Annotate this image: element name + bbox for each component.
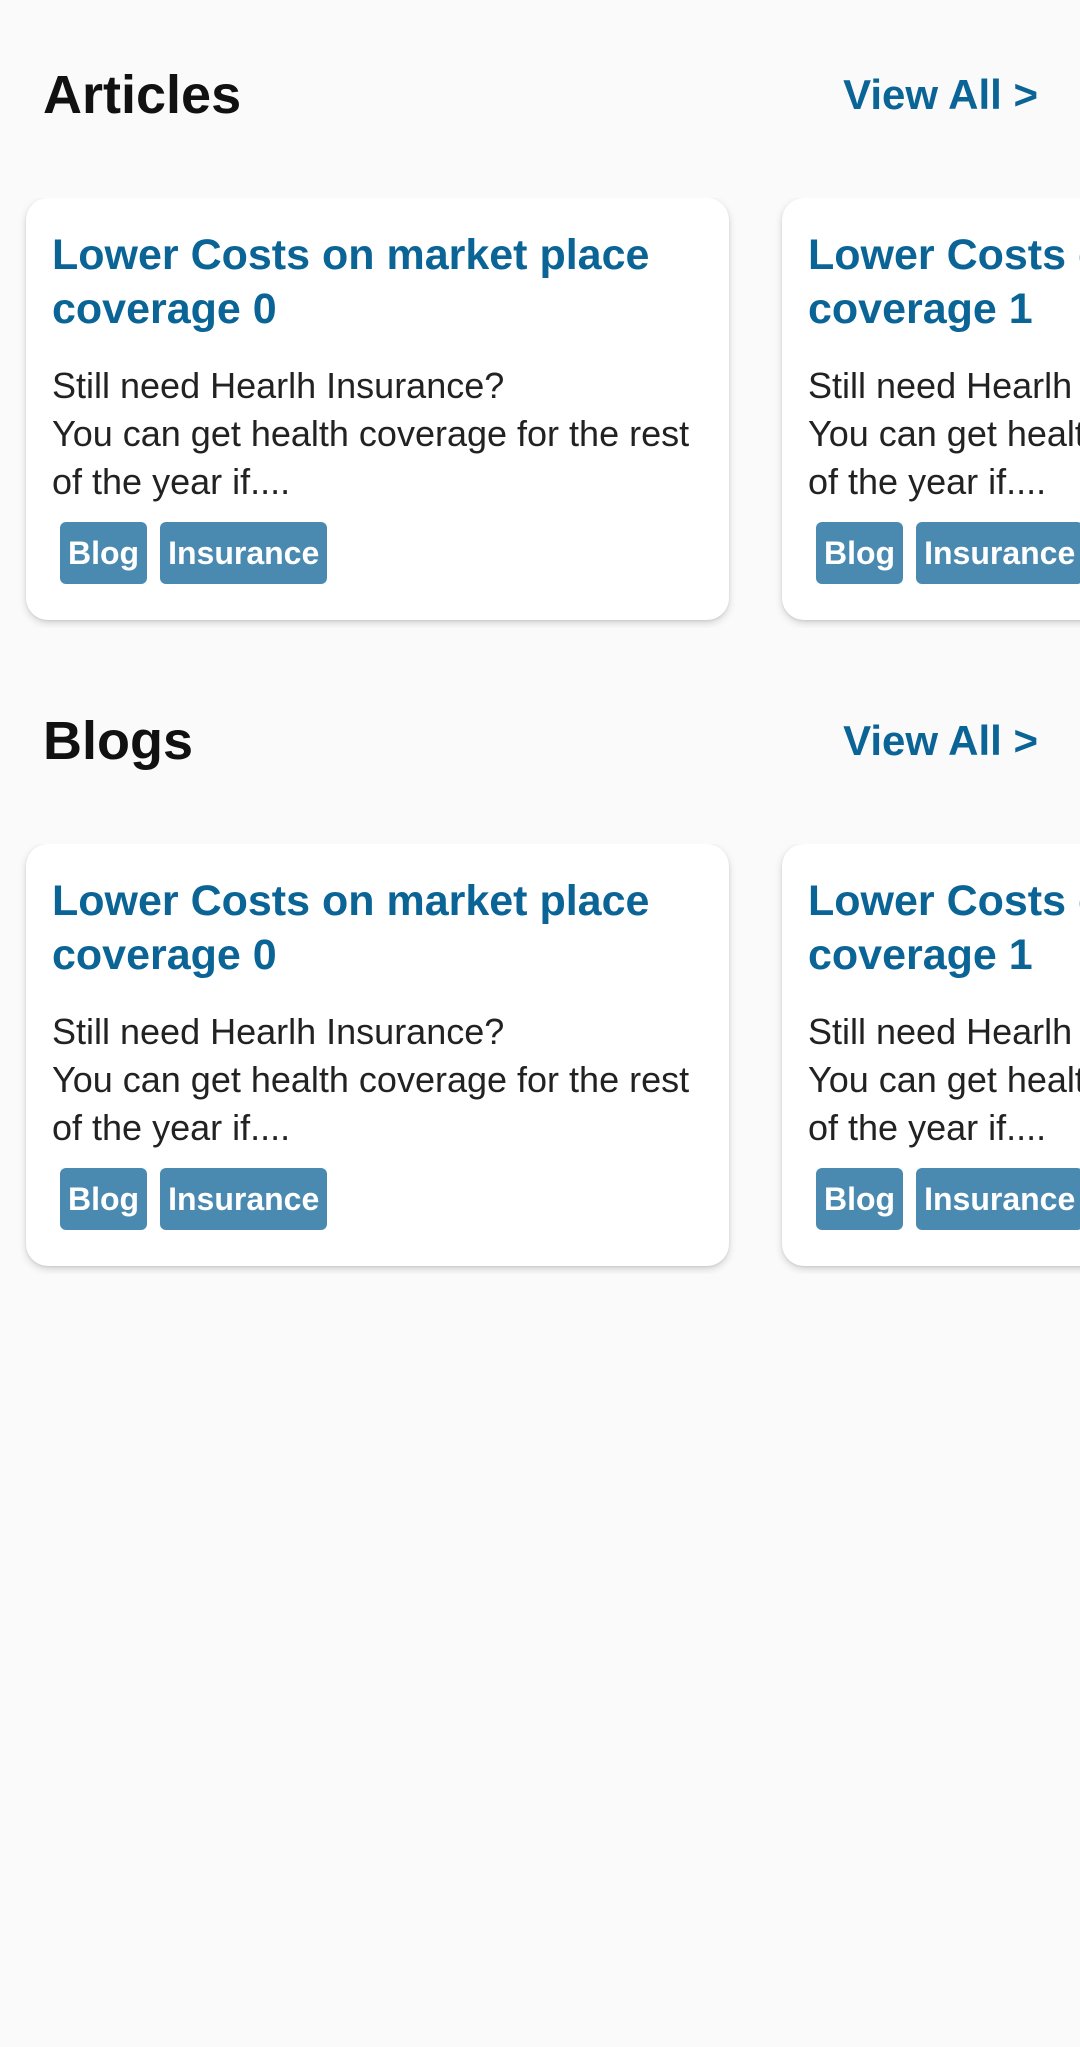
tag-blog[interactable]: Blog: [816, 522, 904, 584]
blogs-view-all-link[interactable]: View All >: [843, 706, 1038, 776]
tag-insurance[interactable]: Insurance: [160, 522, 328, 584]
article-card-title: Lower Costs on market place coverage 1: [808, 231, 1080, 333]
tag-insurance[interactable]: Insurance: [916, 522, 1080, 584]
article-card[interactable]: Lower Costs on market place coverage 0 S…: [26, 198, 729, 620]
article-card[interactable]: Lower Costs on market place coverage 1 S…: [782, 198, 1080, 620]
blog-card[interactable]: Lower Costs on market place coverage 1 S…: [782, 844, 1080, 1266]
blogs-title: Blogs: [43, 711, 194, 771]
article-card-description: Still need Hearlh Insurance? You can get…: [52, 362, 712, 506]
articles-header: Articles View All >: [0, 60, 1080, 130]
article-card-description: Still need Hearlh Insurance? You can get…: [808, 362, 1080, 506]
articles-carousel[interactable]: Lower Costs on market place coverage 0 S…: [0, 198, 1080, 628]
articles-view-all-link[interactable]: View All >: [843, 60, 1038, 130]
tag-insurance[interactable]: Insurance: [160, 1168, 328, 1230]
blog-card-title: Lower Costs on market place coverage 1: [808, 877, 1080, 979]
tag-blog[interactable]: Blog: [60, 1168, 148, 1230]
article-card-tags: Blog Insurance: [60, 522, 703, 584]
blog-card-title: Lower Costs on market place coverage 0: [52, 877, 650, 979]
article-card-desc-line: Still need Hearlh Insurance?: [808, 365, 1080, 406]
article-card-title: Lower Costs on market place coverage 0: [52, 231, 650, 333]
blogs-header: Blogs View All >: [0, 706, 1080, 776]
blog-card-desc-line: Still need Hearlh Insurance?: [808, 1011, 1080, 1052]
article-card-tags: Blog Insurance: [816, 522, 1080, 584]
tag-blog[interactable]: Blog: [816, 1168, 904, 1230]
blog-card-desc-line: You can get health coverage for the rest…: [808, 1059, 1080, 1148]
blog-card-description: Still need Hearlh Insurance? You can get…: [808, 1008, 1080, 1152]
blog-card-desc-line: Still need Hearlh Insurance?: [52, 1011, 505, 1052]
blog-card[interactable]: Lower Costs on market place coverage 0 S…: [26, 844, 729, 1266]
tag-blog[interactable]: Blog: [60, 522, 148, 584]
articles-title: Articles: [43, 65, 242, 125]
article-card-desc-line: You can get health coverage for the rest…: [52, 413, 690, 502]
tag-insurance[interactable]: Insurance: [916, 1168, 1080, 1230]
article-card-desc-line: Still need Hearlh Insurance?: [52, 365, 505, 406]
blog-card-tags: Blog Insurance: [60, 1168, 703, 1230]
blog-card-desc-line: You can get health coverage for the rest…: [52, 1059, 690, 1148]
blogs-carousel[interactable]: Lower Costs on market place coverage 0 S…: [0, 844, 1080, 1274]
blog-card-description: Still need Hearlh Insurance? You can get…: [52, 1008, 712, 1152]
article-card-desc-line: You can get health coverage for the rest…: [808, 413, 1080, 502]
page: Articles View All > Lower Costs on marke…: [0, 0, 1080, 2047]
blog-card-tags: Blog Insurance: [816, 1168, 1080, 1230]
